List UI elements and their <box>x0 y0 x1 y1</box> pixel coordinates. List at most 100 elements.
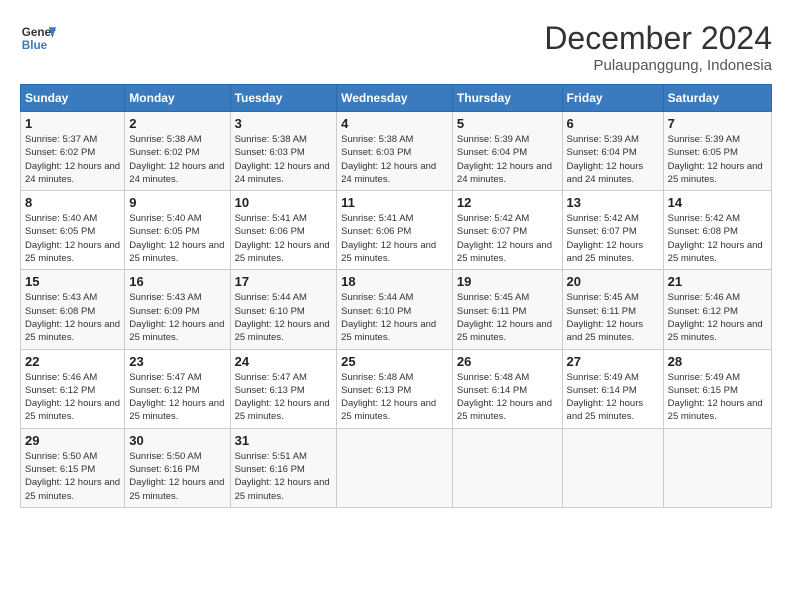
day-number: 9 <box>129 195 225 210</box>
day-number: 15 <box>25 274 120 289</box>
weekday-header-row: SundayMondayTuesdayWednesdayThursdayFrid… <box>21 85 772 112</box>
generalblue-logo-icon: General Blue <box>20 20 56 56</box>
day-number: 18 <box>341 274 448 289</box>
day-number: 3 <box>235 116 333 131</box>
day-info: Sunrise: 5:49 AMSunset: 6:14 PMDaylight:… <box>567 372 644 423</box>
calendar-cell: 13 Sunrise: 5:42 AMSunset: 6:07 PMDaylig… <box>562 191 663 270</box>
calendar-cell: 11 Sunrise: 5:41 AMSunset: 6:06 PMDaylig… <box>337 191 453 270</box>
calendar-cell: 2 Sunrise: 5:38 AMSunset: 6:02 PMDayligh… <box>125 112 230 191</box>
day-number: 23 <box>129 354 225 369</box>
weekday-saturday: Saturday <box>663 85 771 112</box>
calendar-cell <box>562 428 663 507</box>
day-info: Sunrise: 5:39 AMSunset: 6:04 PMDaylight:… <box>457 134 552 185</box>
calendar-cell: 14 Sunrise: 5:42 AMSunset: 6:08 PMDaylig… <box>663 191 771 270</box>
calendar-cell: 12 Sunrise: 5:42 AMSunset: 6:07 PMDaylig… <box>452 191 562 270</box>
day-info: Sunrise: 5:39 AMSunset: 6:05 PMDaylight:… <box>668 134 763 185</box>
calendar-cell <box>337 428 453 507</box>
day-info: Sunrise: 5:42 AMSunset: 6:07 PMDaylight:… <box>567 213 644 264</box>
day-number: 21 <box>668 274 767 289</box>
day-number: 11 <box>341 195 448 210</box>
day-number: 5 <box>457 116 558 131</box>
day-number: 24 <box>235 354 333 369</box>
calendar-week-1: 1 Sunrise: 5:37 AMSunset: 6:02 PMDayligh… <box>21 112 772 191</box>
day-number: 27 <box>567 354 659 369</box>
day-number: 10 <box>235 195 333 210</box>
calendar-cell <box>452 428 562 507</box>
day-info: Sunrise: 5:48 AMSunset: 6:14 PMDaylight:… <box>457 372 552 423</box>
day-number: 19 <box>457 274 558 289</box>
calendar-cell: 31 Sunrise: 5:51 AMSunset: 6:16 PMDaylig… <box>230 428 337 507</box>
logo: General Blue <box>20 20 56 56</box>
calendar-cell: 15 Sunrise: 5:43 AMSunset: 6:08 PMDaylig… <box>21 270 125 349</box>
calendar-cell: 3 Sunrise: 5:38 AMSunset: 6:03 PMDayligh… <box>230 112 337 191</box>
calendar-body: 1 Sunrise: 5:37 AMSunset: 6:02 PMDayligh… <box>21 112 772 508</box>
day-info: Sunrise: 5:51 AMSunset: 6:16 PMDaylight:… <box>235 451 330 502</box>
calendar-cell: 26 Sunrise: 5:48 AMSunset: 6:14 PMDaylig… <box>452 349 562 428</box>
calendar-cell: 8 Sunrise: 5:40 AMSunset: 6:05 PMDayligh… <box>21 191 125 270</box>
calendar-cell: 4 Sunrise: 5:38 AMSunset: 6:03 PMDayligh… <box>337 112 453 191</box>
weekday-sunday: Sunday <box>21 85 125 112</box>
day-info: Sunrise: 5:46 AMSunset: 6:12 PMDaylight:… <box>668 292 763 343</box>
day-number: 1 <box>25 116 120 131</box>
day-number: 20 <box>567 274 659 289</box>
day-number: 13 <box>567 195 659 210</box>
calendar-cell: 1 Sunrise: 5:37 AMSunset: 6:02 PMDayligh… <box>21 112 125 191</box>
day-number: 7 <box>668 116 767 131</box>
day-number: 28 <box>668 354 767 369</box>
day-info: Sunrise: 5:43 AMSunset: 6:09 PMDaylight:… <box>129 292 224 343</box>
calendar-cell <box>663 428 771 507</box>
day-info: Sunrise: 5:39 AMSunset: 6:04 PMDaylight:… <box>567 134 644 185</box>
calendar-cell: 25 Sunrise: 5:48 AMSunset: 6:13 PMDaylig… <box>337 349 453 428</box>
day-info: Sunrise: 5:38 AMSunset: 6:03 PMDaylight:… <box>341 134 436 185</box>
day-info: Sunrise: 5:40 AMSunset: 6:05 PMDaylight:… <box>129 213 224 264</box>
day-info: Sunrise: 5:50 AMSunset: 6:16 PMDaylight:… <box>129 451 224 502</box>
svg-text:Blue: Blue <box>22 39 48 52</box>
calendar-cell: 16 Sunrise: 5:43 AMSunset: 6:09 PMDaylig… <box>125 270 230 349</box>
day-number: 22 <box>25 354 120 369</box>
day-info: Sunrise: 5:40 AMSunset: 6:05 PMDaylight:… <box>25 213 120 264</box>
calendar-cell: 24 Sunrise: 5:47 AMSunset: 6:13 PMDaylig… <box>230 349 337 428</box>
calendar-cell: 22 Sunrise: 5:46 AMSunset: 6:12 PMDaylig… <box>21 349 125 428</box>
day-number: 2 <box>129 116 225 131</box>
calendar-cell: 17 Sunrise: 5:44 AMSunset: 6:10 PMDaylig… <box>230 270 337 349</box>
weekday-tuesday: Tuesday <box>230 85 337 112</box>
day-info: Sunrise: 5:47 AMSunset: 6:13 PMDaylight:… <box>235 372 330 423</box>
calendar-table: SundayMondayTuesdayWednesdayThursdayFrid… <box>20 84 772 508</box>
calendar-cell: 6 Sunrise: 5:39 AMSunset: 6:04 PMDayligh… <box>562 112 663 191</box>
day-info: Sunrise: 5:44 AMSunset: 6:10 PMDaylight:… <box>235 292 330 343</box>
weekday-monday: Monday <box>125 85 230 112</box>
calendar-week-3: 15 Sunrise: 5:43 AMSunset: 6:08 PMDaylig… <box>21 270 772 349</box>
day-info: Sunrise: 5:44 AMSunset: 6:10 PMDaylight:… <box>341 292 436 343</box>
day-info: Sunrise: 5:46 AMSunset: 6:12 PMDaylight:… <box>25 372 120 423</box>
calendar-week-4: 22 Sunrise: 5:46 AMSunset: 6:12 PMDaylig… <box>21 349 772 428</box>
calendar-cell: 27 Sunrise: 5:49 AMSunset: 6:14 PMDaylig… <box>562 349 663 428</box>
day-info: Sunrise: 5:45 AMSunset: 6:11 PMDaylight:… <box>567 292 644 343</box>
day-number: 4 <box>341 116 448 131</box>
calendar-cell: 29 Sunrise: 5:50 AMSunset: 6:15 PMDaylig… <box>21 428 125 507</box>
weekday-wednesday: Wednesday <box>337 85 453 112</box>
calendar-cell: 19 Sunrise: 5:45 AMSunset: 6:11 PMDaylig… <box>452 270 562 349</box>
calendar-cell: 7 Sunrise: 5:39 AMSunset: 6:05 PMDayligh… <box>663 112 771 191</box>
day-info: Sunrise: 5:41 AMSunset: 6:06 PMDaylight:… <box>341 213 436 264</box>
day-number: 31 <box>235 433 333 448</box>
day-number: 29 <box>25 433 120 448</box>
calendar-cell: 20 Sunrise: 5:45 AMSunset: 6:11 PMDaylig… <box>562 270 663 349</box>
day-info: Sunrise: 5:38 AMSunset: 6:02 PMDaylight:… <box>129 134 224 185</box>
calendar-cell: 5 Sunrise: 5:39 AMSunset: 6:04 PMDayligh… <box>452 112 562 191</box>
calendar-cell: 18 Sunrise: 5:44 AMSunset: 6:10 PMDaylig… <box>337 270 453 349</box>
day-info: Sunrise: 5:48 AMSunset: 6:13 PMDaylight:… <box>341 372 436 423</box>
day-info: Sunrise: 5:49 AMSunset: 6:15 PMDaylight:… <box>668 372 763 423</box>
day-info: Sunrise: 5:43 AMSunset: 6:08 PMDaylight:… <box>25 292 120 343</box>
day-number: 6 <box>567 116 659 131</box>
day-number: 30 <box>129 433 225 448</box>
day-info: Sunrise: 5:42 AMSunset: 6:07 PMDaylight:… <box>457 213 552 264</box>
calendar-cell: 28 Sunrise: 5:49 AMSunset: 6:15 PMDaylig… <box>663 349 771 428</box>
location-title: Pulaupanggung, Indonesia <box>544 57 772 74</box>
day-info: Sunrise: 5:45 AMSunset: 6:11 PMDaylight:… <box>457 292 552 343</box>
calendar-cell: 9 Sunrise: 5:40 AMSunset: 6:05 PMDayligh… <box>125 191 230 270</box>
page-header: General Blue December 2024 Pulaupanggung… <box>20 20 772 74</box>
weekday-thursday: Thursday <box>452 85 562 112</box>
calendar-cell: 10 Sunrise: 5:41 AMSunset: 6:06 PMDaylig… <box>230 191 337 270</box>
day-number: 14 <box>668 195 767 210</box>
calendar-cell: 23 Sunrise: 5:47 AMSunset: 6:12 PMDaylig… <box>125 349 230 428</box>
